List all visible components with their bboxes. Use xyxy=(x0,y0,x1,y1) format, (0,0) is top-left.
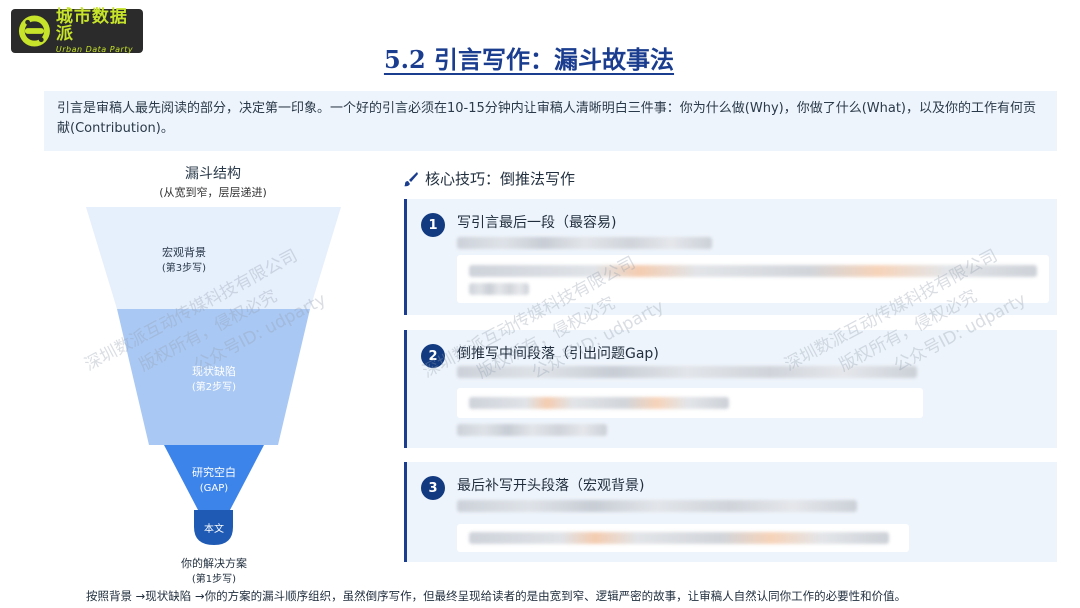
page-title: 5.2 引言写作：漏斗故事法 xyxy=(383,45,675,74)
blurred-text xyxy=(457,500,857,512)
brush-icon xyxy=(404,171,418,186)
step-number-badge: 2 xyxy=(421,344,445,368)
step-card-3: 3 最后补写开头段落（宏观背景) xyxy=(404,462,1057,562)
blurred-text xyxy=(457,237,712,249)
blurred-example-box xyxy=(457,388,923,418)
funnel-subtitle: (从宽到窄，层层递进) xyxy=(159,186,267,199)
blurred-text xyxy=(457,366,917,378)
blurred-example-box xyxy=(457,524,909,552)
funnel-layer-1-label: 宏观背景 (第3步写) xyxy=(161,246,207,274)
logo-name-cn: 城市数据派 xyxy=(55,6,128,44)
funnel-layer-2-label: 现状缺陷 (第2步写) xyxy=(191,365,237,393)
blurred-example-box xyxy=(457,255,1049,303)
funnel-tip-label: 本文 xyxy=(204,524,224,535)
intro-panel: 引言是审稿人最先阅读的部分，决定第一印象。一个好的引言必须在10-15分钟内让审… xyxy=(44,91,1057,151)
step-card-1: 1 写引言最后一段（最容易) xyxy=(404,199,1057,315)
bottom-note: 按照背景 →现状缺陷 →你的方案的漏斗顺序组织，虽然倒序写作，但最终呈现给读者的… xyxy=(86,589,907,603)
step-title: 倒推写中间段落（引出问题Gap) xyxy=(457,346,659,362)
tips-header-text: 核心技巧：倒推法写作 xyxy=(425,170,576,188)
step-card-2: 2 倒推写中间段落（引出问题Gap) xyxy=(404,330,1057,448)
step-number-badge: 1 xyxy=(421,213,445,237)
funnel-solution-label: 你的解决方案 (第1步写) xyxy=(181,557,247,585)
step-number-badge: 3 xyxy=(421,476,445,500)
blurred-text xyxy=(457,424,607,436)
step-title: 写引言最后一段（最容易) xyxy=(457,215,617,231)
step-title: 最后补写开头段落（宏观背景) xyxy=(457,478,645,494)
tips-header: 核心技巧：倒推法写作 xyxy=(403,168,575,189)
funnel-layer-3-label: 研究空白 (GAP) xyxy=(192,466,236,494)
funnel-title: 漏斗结构 xyxy=(185,166,241,182)
